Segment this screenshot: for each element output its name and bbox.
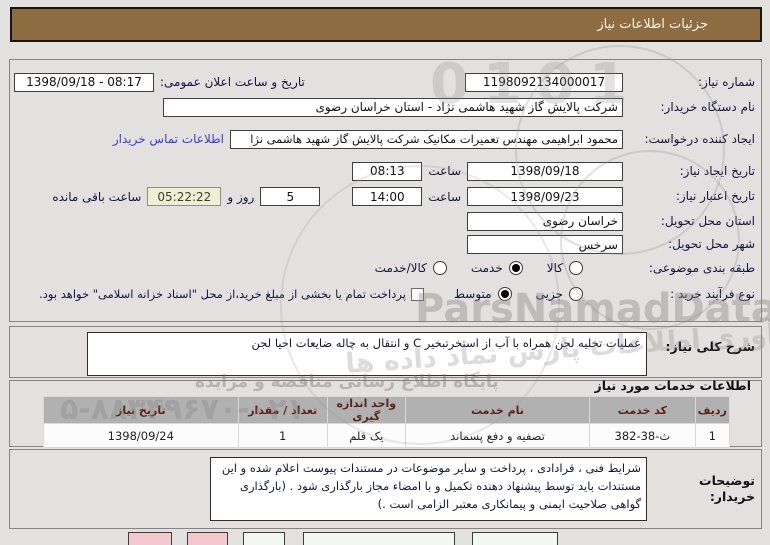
need-description-label: شرح کلی نیاز: [647,329,755,355]
created-date-label: تاریخ ایجاد نیاز: [623,164,755,179]
row-province: استان محل تحویل: خراسان رضوی [10,209,761,233]
validity-time-field[interactable]: 14:00 [352,187,422,206]
city-field[interactable]: سرخس [467,235,623,254]
city-label: شهر محل تحویل: [623,237,755,252]
creator-label: ایجاد کننده درخواست: [623,132,755,147]
cell-service-name: تصفیه و دفع پسماند [405,424,589,448]
validity-hour-label: ساعت [428,190,461,204]
radio-medium-icon[interactable] [498,287,512,301]
row-validity-date: تاریخ اعتبار نیاز: 1398/09/23 ساعت 14:00… [10,184,761,209]
process-type-label: نوع فرآیند خرید : [623,287,755,302]
creator-field[interactable]: محمود ابراهیمی مهندس تعمیرات مکانیک شرکت… [230,130,623,149]
cell-need-date: 1398/09/24 [44,424,239,448]
row-buyer-org: نام دستگاه خریدار: شرکت پالایش گاز شهید … [10,94,761,120]
col-need-date: تاریخ نیاز [44,397,239,424]
need-number-label: شماره نیاز: [623,75,755,90]
classification-label: طبقه بندی موضوعی: [623,261,755,276]
row-process-type: نوع فرآیند خرید : جزیی متوسط پرداخت تمام… [10,280,761,308]
announce-datetime-field[interactable]: 1398/09/18 - 08:17 [14,73,154,92]
days-and-label: روز و [227,190,254,204]
buyer-notes-label: توضیحات خریدار: [647,473,755,504]
cell-quantity: 1 [238,424,327,448]
cell-unit: یک قلم [327,424,405,448]
row-creator: ایجاد کننده درخواست: محمود ابراهیمی مهند… [10,120,761,158]
action-button-5[interactable] [472,532,558,545]
radio-minor-label: جزیی [536,287,563,301]
radio-goods-service-label: کالا/خدمت [375,261,427,275]
process-option-medium[interactable]: متوسط [454,287,512,301]
row-need-number: شماره نیاز: 1198092134000017 تاریخ و ساع… [10,70,761,94]
action-button-4[interactable] [303,532,455,545]
col-row-index: ردیف [695,397,729,424]
treasury-note: پرداخت تمام یا بخشی از مبلغ خرید،از محل … [39,287,406,301]
province-label: استان محل تحویل: [623,214,755,229]
province-field[interactable]: خراسان رضوی [467,212,623,231]
col-unit: واحد اندازه گیری [327,397,405,424]
cell-service-code: ث-38-382 [590,424,695,448]
radio-goods-service-icon[interactable] [433,261,447,275]
row-created-date: تاریخ ایجاد نیاز: 1398/09/18 ساعت 08:13 [10,158,761,184]
buyer-org-label: نام دستگاه خریدار: [623,100,755,115]
need-number-field[interactable]: 1198092134000017 [465,73,623,92]
need-description-section: شرح کلی نیاز: عملیات تخلیه لجن همراه با … [9,326,762,378]
validity-date-label: تاریخ اعتبار نیاز: [623,189,755,204]
action-button-2[interactable] [187,532,228,545]
required-services-section: اطلاعات خدمات مورد نیاز ردیف کد خدمت نام… [9,380,762,447]
hours-remaining-label: ساعت باقی مانده [52,190,141,204]
need-info-form: شماره نیاز: 1198092134000017 تاریخ و ساع… [9,59,762,322]
announce-datetime-label: تاریخ و ساعت اعلان عمومی: [160,75,305,89]
col-service-name: نام خدمت [405,397,589,424]
action-button-3[interactable] [243,532,285,545]
page-title-bar: جزئیات اطلاعات نیاز [10,7,762,42]
services-table-row: 1 ث-38-382 تصفیه و دفع پسماند یک قلم 1 1… [44,424,730,448]
treasury-payment-option[interactable]: پرداخت تمام یا بخشی از مبلغ خرید،از محل … [39,287,424,301]
radio-goods-label: کالا [547,261,563,275]
days-remaining-field: 5 [260,187,320,206]
process-option-minor[interactable]: جزیی [536,287,583,301]
classification-option-service[interactable]: خدمت [471,261,523,275]
col-service-code: کد خدمت [590,397,695,424]
radio-minor-icon[interactable] [569,287,583,301]
radio-service-icon[interactable] [509,261,523,275]
services-table: ردیف کد خدمت نام خدمت واحد اندازه گیری ت… [43,396,730,448]
buyer-notes-section: توضیحات خریدار: شرایط فنی ، قرادادی ، پر… [9,449,762,529]
col-quantity: تعداد / مقدار [238,397,327,424]
row-city: شهر محل تحویل: سرخس [10,233,761,256]
countdown-timer: 05:22:22 [147,187,221,206]
page-title: جزئیات اطلاعات نیاز [597,17,708,32]
buyer-notes-text[interactable]: شرایط فنی ، قرادادی ، پرداخت و سایر موضو… [210,457,647,521]
radio-goods-icon[interactable] [569,261,583,275]
action-button-1[interactable] [128,532,172,545]
services-table-header-row: ردیف کد خدمت نام خدمت واحد اندازه گیری ت… [44,397,730,424]
required-services-header: اطلاعات خدمات مورد نیاز [595,378,752,393]
buyer-contact-link[interactable]: اطلاعات تماس خریدار [113,132,224,146]
radio-service-label: خدمت [471,261,503,275]
classification-option-goods-service[interactable]: کالا/خدمت [375,261,447,275]
treasury-checkbox-icon[interactable] [411,288,424,301]
created-date-field[interactable]: 1398/09/18 [467,162,623,181]
row-classification: طبقه بندی موضوعی: کالا خدمت کالا/خدمت [10,256,761,280]
created-hour-label: ساعت [428,164,461,178]
created-time-field[interactable]: 08:13 [352,162,422,181]
need-details-page: { "title_bar": { "title": "جزئیات اطلاعا… [0,0,770,545]
validity-date-field[interactable]: 1398/09/23 [467,187,623,206]
need-description-text[interactable]: عملیات تخلیه لجن همراه با آب از استخرتبخ… [87,332,647,376]
radio-medium-label: متوسط [454,287,492,301]
buyer-org-field[interactable]: شرکت پالایش گاز شهید هاشمی نژاد - استان … [163,98,623,117]
cell-row-index: 1 [695,424,729,448]
classification-option-goods[interactable]: کالا [547,261,583,275]
